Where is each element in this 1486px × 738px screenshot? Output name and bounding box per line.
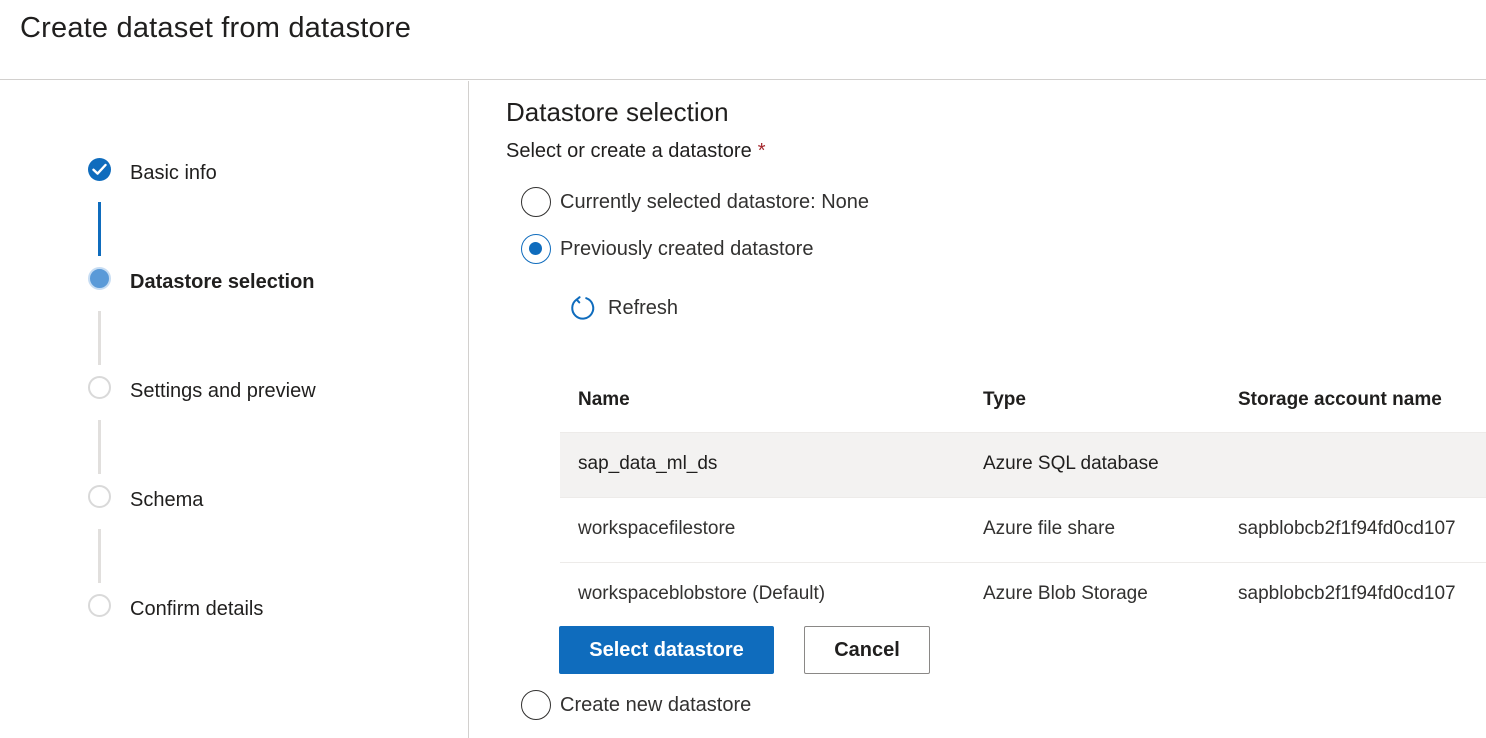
- column-header-type[interactable]: Type: [983, 389, 1026, 411]
- column-header-storage-account[interactable]: Storage account name: [1238, 389, 1442, 411]
- cell-storage: sapblobcb2f1f94fd0cd107: [1238, 583, 1456, 604]
- datastore-table: Name Type Storage account name sap_data_…: [560, 369, 1486, 627]
- refresh-label: Refresh: [608, 297, 679, 319]
- radio-circle[interactable]: [521, 690, 551, 720]
- cell-name: workspaceblobstore (Default): [578, 583, 826, 604]
- cell-name: sap_data_ml_ds: [578, 453, 718, 474]
- step-label: Settings and preview: [130, 380, 316, 402]
- required-marker: *: [757, 140, 766, 162]
- radio-circle[interactable]: [521, 187, 551, 217]
- step-connector: [98, 529, 101, 583]
- refresh-icon: [571, 296, 595, 320]
- section-title: Datastore selection: [506, 97, 729, 127]
- field-label: Select or create a datastore *: [506, 140, 766, 163]
- step-label: Basic info: [130, 162, 217, 184]
- select-datastore-button[interactable]: Select datastore: [559, 626, 774, 674]
- checkmark-icon: [88, 158, 111, 181]
- table-header: Name Type Storage account name: [560, 369, 1486, 432]
- radio-label: Previously created datastore: [560, 238, 814, 260]
- current-step-indicator: [88, 267, 111, 290]
- radio-label: Currently selected datastore: None: [560, 191, 870, 213]
- cell-type: Azure Blob Storage: [983, 583, 1148, 604]
- step-connector: [98, 420, 101, 474]
- step-label: Datastore selection: [130, 271, 315, 293]
- step-connector: [98, 202, 101, 256]
- radio-label: Create new datastore: [560, 694, 752, 716]
- cell-type: Azure file share: [983, 518, 1116, 539]
- table-row[interactable]: sap_data_ml_ds Azure SQL database: [560, 432, 1486, 497]
- table-row[interactable]: workspaceblobstore (Default) Azure Blob …: [560, 562, 1486, 627]
- field-label-text: Select or create a datastore: [506, 140, 752, 162]
- cell-storage: sapblobcb2f1f94fd0cd107: [1238, 518, 1456, 539]
- cell-name: workspacefilestore: [578, 518, 736, 539]
- page-header: Create dataset from datastore: [0, 0, 1486, 80]
- column-header-name[interactable]: Name: [578, 389, 630, 411]
- table-row[interactable]: workspacefilestore Azure file share sapb…: [560, 497, 1486, 562]
- wizard-steps: Basic info Datastore selection Settings …: [0, 81, 469, 738]
- step-label: Confirm details: [130, 598, 264, 620]
- pending-step-indicator: [88, 485, 111, 508]
- cell-type: Azure SQL database: [983, 453, 1159, 474]
- pending-step-indicator: [88, 594, 111, 617]
- cancel-button[interactable]: Cancel: [804, 626, 930, 674]
- step-connector: [98, 311, 101, 365]
- radio-circle[interactable]: [521, 234, 551, 264]
- step-label: Schema: [130, 489, 204, 511]
- page-title: Create dataset from datastore: [20, 12, 412, 44]
- main-content: Datastore selection Select or create a d…: [470, 81, 1486, 738]
- pending-step-indicator: [88, 376, 111, 399]
